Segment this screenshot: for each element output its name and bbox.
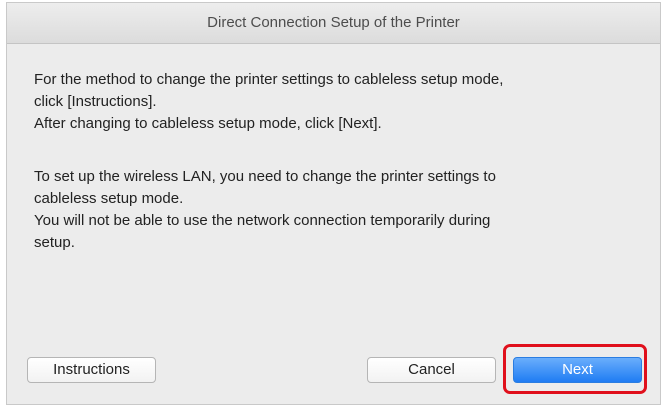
dialog-title: Direct Connection Setup of the Printer [7,3,660,44]
message-line: You will not be able to use the network … [34,212,491,229]
next-button[interactable]: Next [513,357,642,383]
dialog-message: For the method to change the printer set… [34,69,646,285]
message-line: cableless setup mode. [34,190,184,207]
cancel-button[interactable]: Cancel [367,357,496,383]
message-line: To set up the wireless LAN, you need to … [34,168,496,185]
instructions-button[interactable]: Instructions [27,357,156,383]
instructions-paragraph: For the method to change the printer set… [34,69,646,135]
message-line: click [Instructions]. [34,93,157,110]
message-line: After changing to cableless setup mode, … [34,115,382,132]
wireless-note-paragraph: To set up the wireless LAN, you need to … [34,166,646,254]
message-line: For the method to change the printer set… [34,71,504,88]
message-line: setup. [34,234,75,251]
